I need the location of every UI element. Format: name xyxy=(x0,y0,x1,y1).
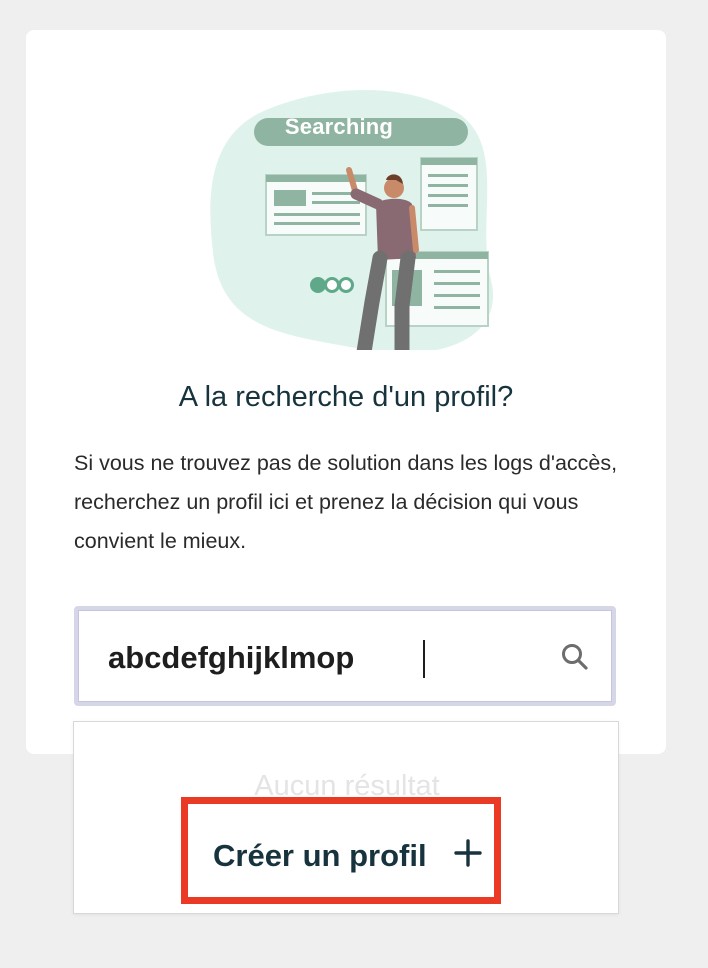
searching-banner-text: Searching xyxy=(284,114,394,139)
create-profile-label: Créer un profil xyxy=(213,838,427,873)
search-results-dropdown: Aucun résultat Créer un profil xyxy=(73,721,619,914)
search-input[interactable] xyxy=(108,638,528,678)
search-field[interactable] xyxy=(74,606,616,706)
create-profile-button[interactable]: Créer un profil xyxy=(181,797,501,904)
search-profile-card: Searching A la recherche d'un profil? Si… xyxy=(26,30,666,754)
plus-icon xyxy=(454,839,482,867)
search-icon[interactable] xyxy=(560,642,590,672)
text-cursor xyxy=(423,640,425,678)
person-searching-illustration: Searching xyxy=(206,80,496,360)
card-description: Si vous ne trouvez pas de solution dans … xyxy=(74,451,618,553)
card-title: A la recherche d'un profil? xyxy=(178,381,514,413)
